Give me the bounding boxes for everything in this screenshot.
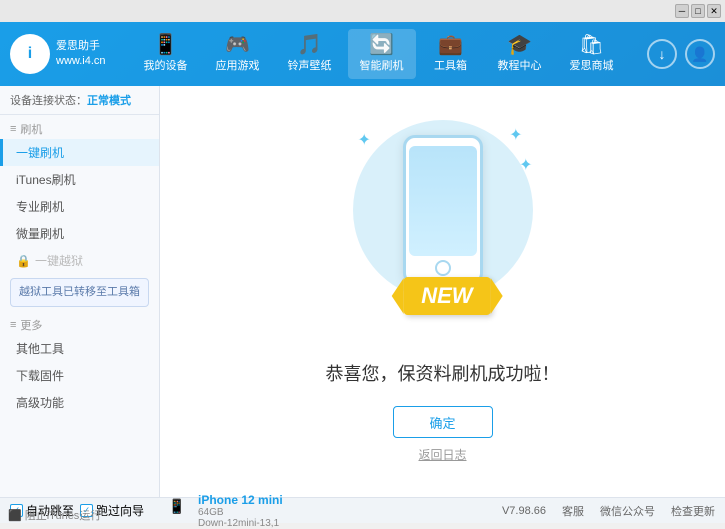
success-message: 恭喜您，保资料刷机成功啦！	[326, 360, 560, 386]
phone-screen	[409, 146, 477, 256]
close-btn[interactable]: ✕	[707, 4, 721, 18]
nav-apps-icon: 🎮	[225, 35, 250, 55]
device-info-area: 📱 iPhone 12 mini 64GB Down-12mini-13,1	[170, 493, 502, 529]
sidebar-download-firmware[interactable]: 下载固件	[0, 362, 159, 389]
flash-section-label: 刷机	[20, 121, 42, 137]
logo-url: www.i4.cn	[56, 54, 106, 69]
device-firmware: Down-12mini-13,1	[198, 518, 492, 529]
flash-section-icon: ≡	[10, 123, 16, 135]
nav-ringtones[interactable]: 🎵 铃声壁纸	[276, 29, 344, 79]
save-flash-label: 微量刷机	[16, 227, 64, 241]
nav-tutorials-icon: 🎓	[507, 35, 532, 55]
new-badge: NEW	[403, 277, 490, 315]
pro-flash-label: 专业刷机	[16, 200, 64, 214]
nav-tutorials[interactable]: 🎓 教程中心	[486, 29, 554, 79]
logo-name: 爱思助手	[56, 39, 106, 54]
nav-toolbox-label: 工具箱	[434, 57, 467, 73]
nav-toolbox[interactable]: 💼 工具箱	[420, 29, 482, 79]
device-icon: 📱	[168, 498, 185, 515]
nav-tutorials-label: 教程中心	[498, 57, 542, 73]
confirm-button[interactable]: 确定	[393, 406, 493, 438]
version-label: V7.98.66	[502, 505, 546, 517]
itunes-flash-label: iTunes刷机	[16, 173, 76, 187]
nav-apps-label: 应用游戏	[216, 57, 260, 73]
customer-service-link[interactable]: 客服	[562, 503, 584, 519]
logo-text: 爱思助手 www.i4.cn	[56, 39, 106, 70]
nav-mall[interactable]: 🛍 爱思商城	[558, 29, 626, 79]
wechat-link[interactable]: 微信公众号	[600, 503, 655, 519]
user-button[interactable]: 👤	[685, 39, 715, 69]
download-firmware-label: 下载固件	[16, 369, 64, 383]
sparkle-2: ✦	[509, 125, 522, 145]
logo-icon: i	[10, 34, 50, 74]
title-bar: ─ □ ✕	[0, 0, 725, 22]
phone-body	[403, 135, 483, 285]
flash-section-title: ≡ 刷机	[0, 115, 159, 139]
nav-toolbox-icon: 💼	[438, 35, 463, 55]
itunes-status-label: 阻止iTunes运行	[25, 507, 102, 523]
nav-device-icon: 📱	[153, 35, 178, 55]
nav-bar: 📱 我的设备 🎮 应用游戏 🎵 铃声壁纸 🔄 智能刷机 💼 工具箱 🎓 教程中心…	[110, 29, 647, 79]
sidebar-save-flash[interactable]: 微量刷机	[0, 220, 159, 247]
nav-flash-label: 智能刷机	[360, 57, 404, 73]
jailbreak-label: 一键越狱	[35, 252, 83, 269]
more-section-label: 更多	[20, 317, 42, 333]
phone-illustration: ✦ ✦ ✦ NEW	[343, 120, 543, 340]
bottom-bar: 自动跳至 跑过向导 📱 iPhone 12 mini 64GB Down-12m…	[0, 497, 725, 523]
phone-home-btn	[435, 260, 451, 276]
itunes-icon: ⬛	[8, 509, 22, 522]
nav-my-device[interactable]: 📱 我的设备	[132, 29, 200, 79]
one-click-flash-label: 一键刷机	[16, 146, 64, 160]
other-tools-label: 其他工具	[16, 342, 64, 356]
nav-ringtones-icon: 🎵	[297, 35, 322, 55]
nav-mall-label: 爱思商城	[570, 57, 614, 73]
logo-area: i 爱思助手 www.i4.cn	[10, 34, 110, 74]
nav-device-label: 我的设备	[144, 57, 188, 73]
bottom-right: V7.98.66 客服 微信公众号 检查更新	[502, 503, 715, 519]
sidebar-itunes-flash[interactable]: iTunes刷机	[0, 166, 159, 193]
download-button[interactable]: ↓	[647, 39, 677, 69]
jailbreak-notice: 越狱工具已转移至工具箱	[10, 278, 149, 307]
maximize-btn[interactable]: □	[691, 4, 705, 18]
content-area: ✦ ✦ ✦ NEW 恭喜您，保资料刷机成功啦！ 确定 返回日志	[160, 86, 725, 497]
device-name: iPhone 12 mini	[198, 493, 492, 507]
main-layout: 设备连接状态：正常模式 ≡ 刷机 一键刷机 iTunes刷机 专业刷机 微量刷机…	[0, 86, 725, 497]
check-update-link[interactable]: 检查更新	[671, 503, 715, 519]
nav-flash-icon: 🔄	[369, 35, 394, 55]
sparkle-3: ✦	[519, 155, 532, 175]
itunes-status: ⬛ 阻止iTunes运行	[0, 507, 109, 523]
sidebar-one-click-flash[interactable]: 一键刷机	[0, 139, 159, 166]
sidebar: 设备连接状态：正常模式 ≡ 刷机 一键刷机 iTunes刷机 专业刷机 微量刷机…	[0, 86, 160, 497]
header: i 爱思助手 www.i4.cn 📱 我的设备 🎮 应用游戏 🎵 铃声壁纸 🔄 …	[0, 22, 725, 86]
nav-smart-flash[interactable]: 🔄 智能刷机	[348, 29, 416, 79]
lock-icon: 🔒	[16, 254, 31, 268]
device-storage: 64GB	[198, 507, 492, 518]
sidebar-advanced[interactable]: 高级功能	[0, 389, 159, 416]
sparkle-1: ✦	[358, 130, 371, 150]
nav-ringtones-label: 铃声壁纸	[288, 57, 332, 73]
header-right: ↓ 👤	[647, 39, 715, 69]
more-section-title: ≡ 更多	[0, 311, 159, 335]
sidebar-pro-flash[interactable]: 专业刷机	[0, 193, 159, 220]
jailbreak-notice-text: 越狱工具已转移至工具箱	[19, 286, 140, 298]
back-link[interactable]: 返回日志	[418, 446, 466, 463]
status-value: 正常模式	[87, 95, 131, 107]
connection-status: 设备连接状态：正常模式	[0, 86, 159, 115]
jailbreak-section: 🔒 一键越狱	[0, 247, 159, 274]
nav-mall-icon: 🛍	[579, 35, 604, 55]
more-section-icon: ≡	[10, 319, 16, 331]
advanced-label: 高级功能	[16, 396, 64, 410]
status-label: 设备连接状态：	[10, 95, 87, 107]
sidebar-other-tools[interactable]: 其他工具	[0, 335, 159, 362]
minimize-btn[interactable]: ─	[675, 4, 689, 18]
nav-apps-games[interactable]: 🎮 应用游戏	[204, 29, 272, 79]
